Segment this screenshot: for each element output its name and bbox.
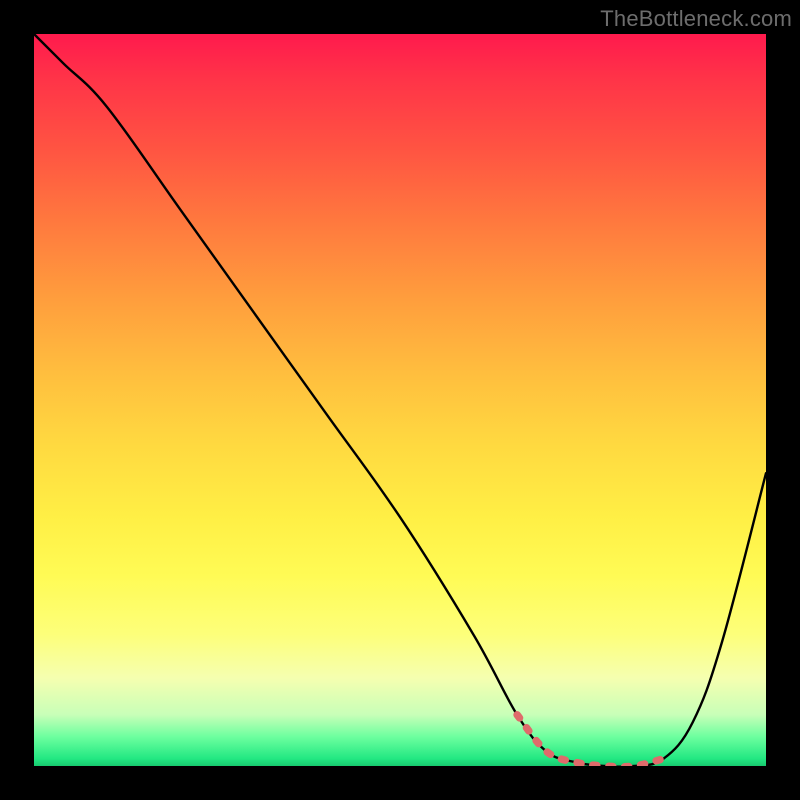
gradient-plot-area [34,34,766,766]
curve-path [34,34,766,766]
bottleneck-curve-svg [34,34,766,766]
curve-bottom-highlight [517,715,663,766]
watermark-text: TheBottleneck.com [600,6,792,32]
